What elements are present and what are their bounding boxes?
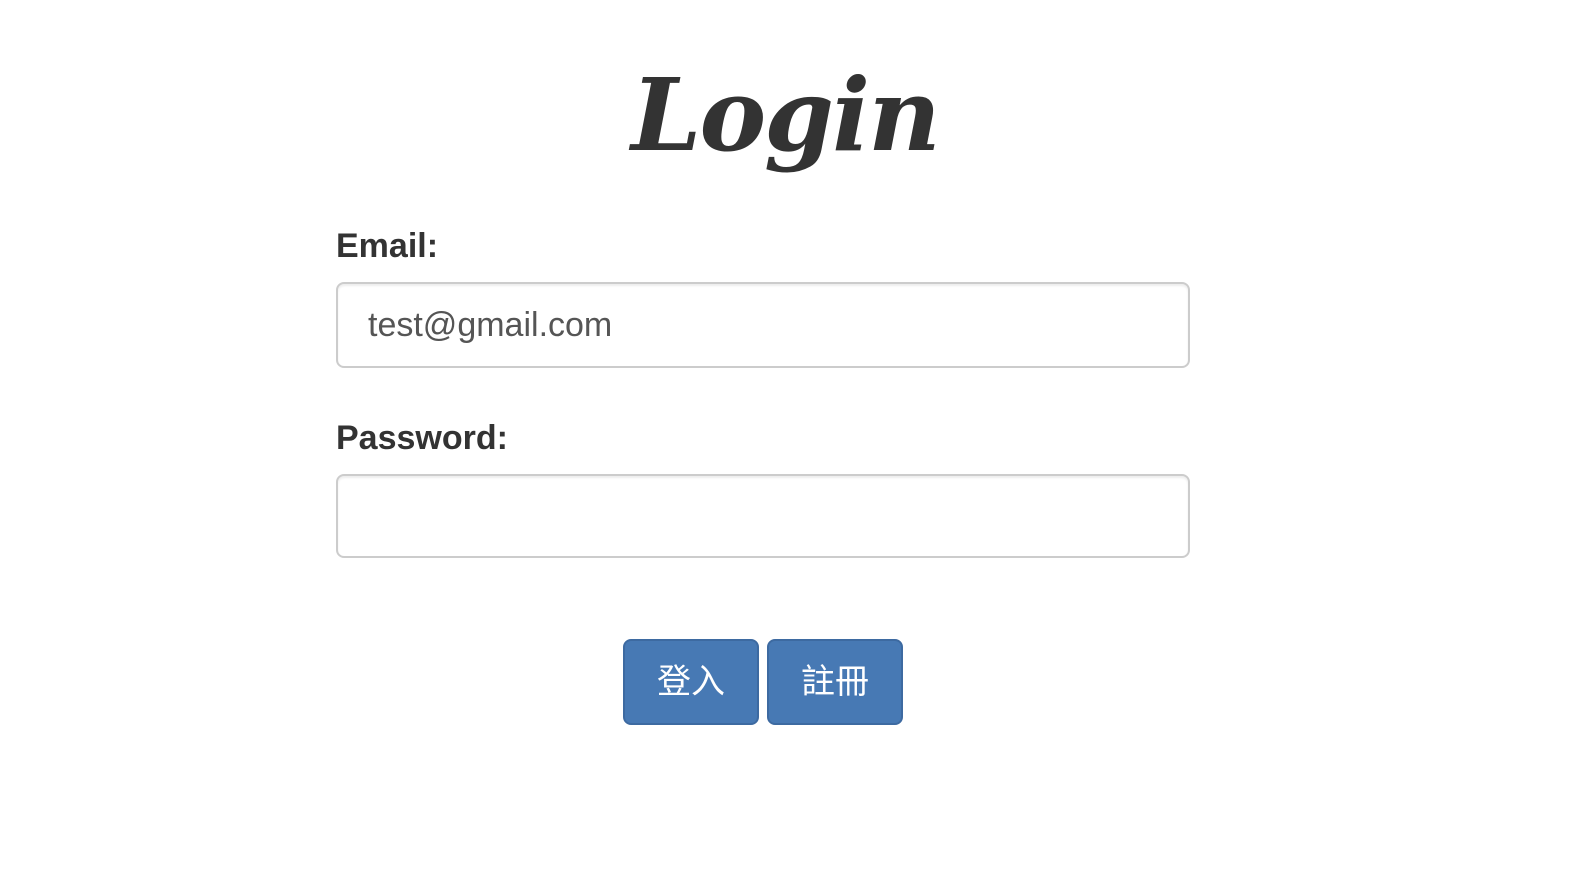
login-page: Login Email: Password: 登入 註冊 <box>0 0 1570 874</box>
button-group: 登入 註冊 <box>623 639 903 725</box>
password-field[interactable] <box>336 474 1190 558</box>
login-button[interactable]: 登入 <box>623 639 759 725</box>
register-button[interactable]: 註冊 <box>767 639 903 725</box>
password-label: Password: <box>336 419 508 457</box>
email-label: Email: <box>336 227 439 265</box>
page-title: Login <box>631 56 941 174</box>
email-field[interactable] <box>336 282 1190 368</box>
login-form: Email: Password: <box>336 224 1190 558</box>
